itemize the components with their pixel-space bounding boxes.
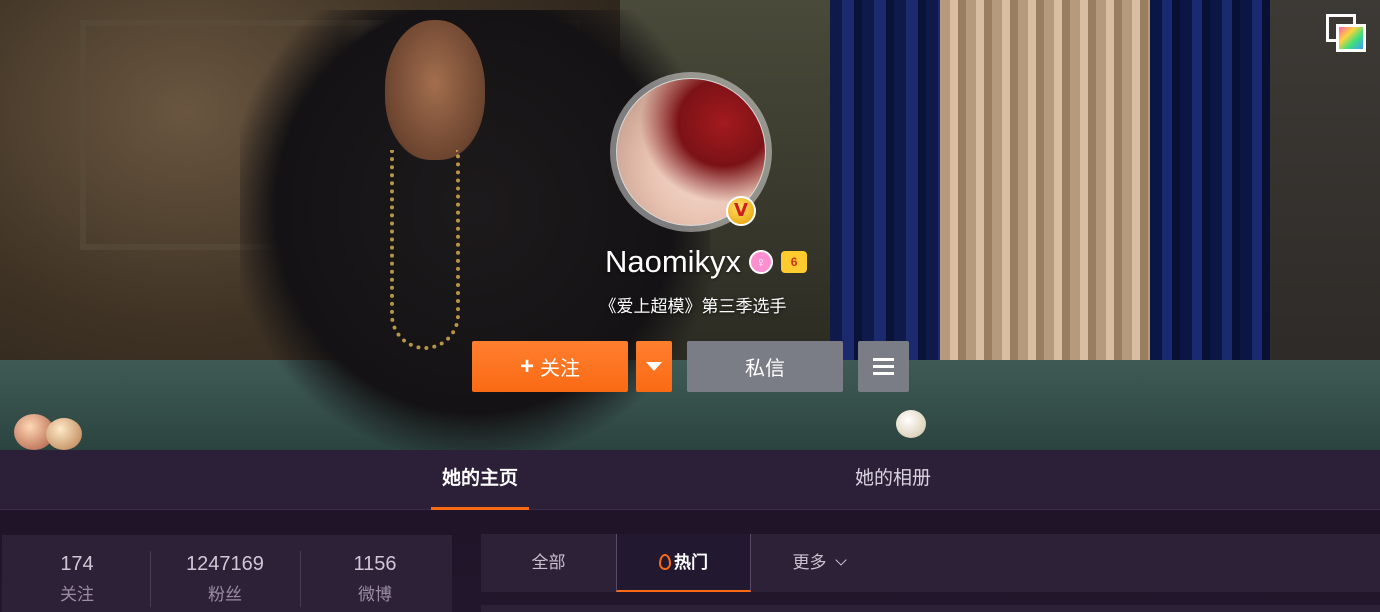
follow-button[interactable]: + 关注 — [472, 341, 628, 392]
feed-tab-hot[interactable]: 热门 — [616, 534, 751, 592]
more-menu-button[interactable] — [858, 341, 909, 392]
follow-dropdown-button[interactable] — [636, 341, 672, 392]
menu-icon — [873, 365, 894, 368]
cover-pool-ball — [896, 410, 926, 438]
stat-label: 微博 — [358, 585, 392, 604]
tab-album[interactable]: 她的相册 — [855, 450, 931, 510]
feed-list-top — [481, 605, 1380, 612]
message-label: 私信 — [745, 358, 785, 380]
username: Naomikyx — [604, 244, 742, 279]
feed-tab-more[interactable]: 更多 — [771, 534, 866, 592]
feed-tab-label: 更多 — [792, 553, 827, 572]
verified-v-icon[interactable]: V — [726, 196, 756, 226]
cover-pool-ball — [46, 418, 82, 450]
vip-crown-icon[interactable]: 6 — [781, 251, 808, 273]
stat-posts[interactable]: 1156 微博 — [300, 535, 450, 612]
stat-label: 关注 — [60, 585, 94, 604]
tab-home[interactable]: 她的主页 — [430, 450, 530, 510]
plus-icon: + — [519, 352, 534, 380]
chevron-down-icon — [834, 554, 847, 566]
stats-panel: 174 关注 1247169 粉丝 1156 微博 — [2, 535, 452, 612]
change-skin-button[interactable] — [1326, 14, 1366, 52]
cover-image: V Naomikyx ♀ 6 《爱上超模》第三季选手 + 关注 私信 — [0, 0, 1380, 450]
feed-tab-label: 热门 — [674, 553, 708, 572]
cover-person-head — [385, 20, 485, 160]
flame-icon — [659, 554, 671, 570]
profile-bio: 《爱上超模》第三季选手 — [599, 297, 787, 316]
feed-tab-all[interactable]: 全部 — [481, 534, 616, 592]
stat-following[interactable]: 174 关注 — [2, 535, 152, 612]
stat-value: 1156 — [353, 553, 397, 575]
menu-icon — [873, 358, 894, 361]
skin-icon — [1336, 24, 1366, 52]
feed-tab-label: 全部 — [531, 553, 566, 572]
message-button[interactable]: 私信 — [687, 341, 843, 392]
female-icon: ♀ — [749, 250, 774, 274]
content-area: 174 关注 1247169 粉丝 1156 微博 全部 热门 更多 — [0, 511, 1380, 612]
follow-label: 关注 — [540, 358, 580, 380]
feed-filter-tabs: 全部 热门 更多 — [481, 534, 1380, 592]
name-row: Naomikyx ♀ 6 — [0, 244, 1380, 284]
stat-label: 粉丝 — [208, 585, 242, 604]
stat-value: 174 — [60, 553, 94, 575]
chevron-down-icon — [646, 362, 662, 371]
stat-value: 1247169 — [186, 553, 264, 575]
stat-followers[interactable]: 1247169 粉丝 — [150, 535, 300, 612]
cover-curtain-blue-left — [830, 0, 950, 400]
profile-tabbar: 她的主页 她的相册 — [0, 450, 1380, 510]
menu-icon — [873, 372, 894, 375]
